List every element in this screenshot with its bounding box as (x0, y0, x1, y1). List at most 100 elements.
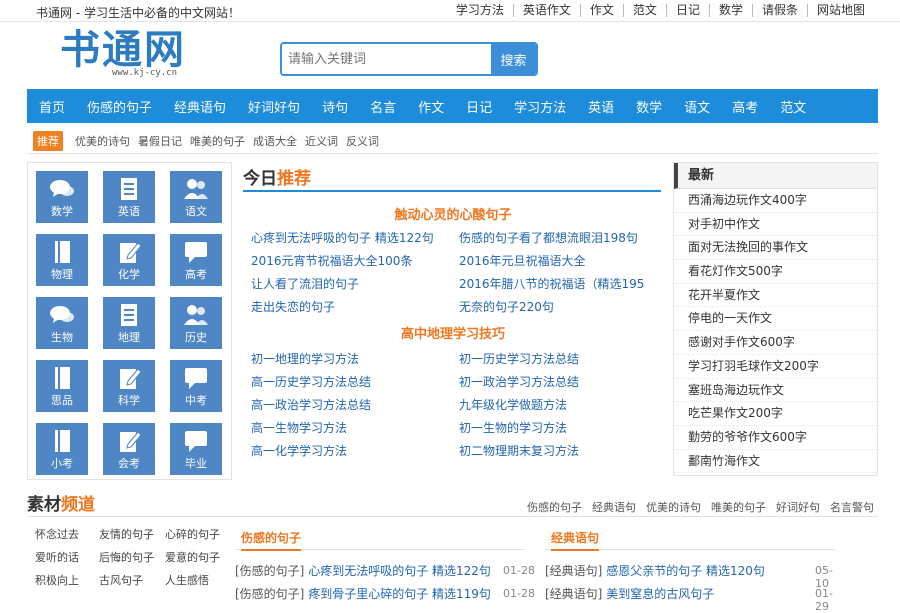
section-heading[interactable]: 触动心灵的心酸句子 (243, 204, 663, 223)
nav-item[interactable]: 高考 (732, 97, 758, 116)
category-link[interactable]: 古风句子 (99, 572, 143, 588)
top-link[interactable]: 数学 (708, 4, 752, 17)
nav-item[interactable]: 伤感的句子 (87, 97, 152, 116)
nav-item[interactable]: 语文 (684, 97, 710, 116)
article-link[interactable]: 走出失恋的句子 (251, 298, 335, 315)
subject-label: 数学 (51, 205, 73, 218)
site-logo[interactable]: 书通网 www.kj-cy.cn (60, 26, 190, 82)
article-link[interactable]: 心疼到无法呼吸的句子 精选122句 (251, 229, 434, 246)
article-link[interactable]: 初一历史学习方法总结 (459, 350, 579, 367)
category-link[interactable]: 怀念过去 (35, 526, 79, 542)
subject-tile[interactable]: 地理 (103, 297, 155, 349)
latest-item[interactable]: 吃芒果作文200字 (674, 402, 877, 426)
subject-tile[interactable]: 英语 (103, 171, 155, 223)
article-link[interactable]: 2016年腊八节的祝福语（精选195 (459, 275, 644, 292)
top-link[interactable]: 网站地图 (806, 4, 874, 17)
latest-item[interactable]: 西涌海边玩作文400字 (674, 189, 877, 213)
top-link[interactable]: 作文 (579, 4, 623, 17)
latest-item[interactable]: 对手初中作文 (674, 213, 877, 237)
latest-item[interactable]: 勤劳的爷爷作文600字 (674, 426, 877, 450)
latest-item[interactable]: 塞班岛海边玩作文 (674, 379, 877, 403)
article-link[interactable]: 初一生物的学习方法 (459, 419, 567, 436)
section-heading[interactable]: 高中地理学习技巧 (243, 323, 663, 342)
category-link[interactable]: 爱听的话 (35, 549, 79, 565)
article-link[interactable]: 初二物理期末复习方法 (459, 442, 579, 459)
latest-item[interactable]: 学习打羽毛球作文200字 (674, 355, 877, 379)
article-link[interactable]: 无奈的句子220句 (459, 298, 554, 315)
article-link[interactable]: 2016年元旦祝福语大全 (459, 252, 586, 269)
article-link[interactable]: 让人看了流泪的句子 (251, 275, 359, 292)
nav-item[interactable]: 范文 (780, 97, 806, 116)
panel-heading[interactable]: 经典语句 (545, 526, 835, 551)
top-link[interactable]: 范文 (622, 4, 666, 17)
subject-tile[interactable]: 会考 (103, 423, 155, 475)
subject-tile[interactable]: 历史 (170, 297, 222, 349)
top-link[interactable]: 学习方法 (447, 4, 513, 17)
search-button[interactable]: 搜索 (491, 44, 536, 74)
subject-tile[interactable]: 数学 (36, 171, 88, 223)
subject-tile[interactable]: 高考 (170, 234, 222, 286)
top-link[interactable]: 请假条 (751, 4, 807, 17)
subject-tile[interactable]: 中考 (170, 360, 222, 412)
category-link[interactable]: 友情的句子 (99, 526, 154, 542)
nav-item[interactable]: 名言 (370, 97, 396, 116)
article-link[interactable]: 高一历史学习方法总结 (251, 373, 371, 390)
material-tab[interactable]: 优美的诗句 (646, 499, 701, 515)
nav-item[interactable]: 数学 (636, 97, 662, 116)
article-link[interactable]: 初一政治学习方法总结 (459, 373, 579, 390)
nav-item[interactable]: 日记 (466, 97, 492, 116)
nav-item[interactable]: 作文 (418, 97, 444, 116)
recommend-link[interactable]: 成语大全 (253, 133, 297, 149)
article-link[interactable]: 伤感的句子看了都想流眼泪198句 (459, 229, 638, 246)
article-link[interactable]: 高一化学学习方法 (251, 442, 347, 459)
material-tab[interactable]: 好词好句 (776, 499, 820, 515)
recommend-link[interactable]: 唯美的句子 (190, 133, 245, 149)
latest-item[interactable]: 感谢对手作文600字 (674, 331, 877, 355)
subject-tile[interactable]: 科学 (103, 360, 155, 412)
latest-item[interactable]: 鄱南竹海作文 (674, 450, 877, 474)
category-link[interactable]: 后悔的句子 (99, 549, 154, 565)
latest-item[interactable]: 面对无法挽回的事作文 (674, 236, 877, 261)
top-link[interactable]: 日记 (665, 4, 709, 17)
top-link[interactable]: 英语作文 (512, 4, 580, 17)
recommend-link[interactable]: 优美的诗句 (75, 133, 130, 149)
subject-tile[interactable]: 思品 (36, 360, 88, 412)
subject-tile[interactable]: 化学 (103, 234, 155, 286)
recommend-link[interactable]: 反义词 (346, 133, 379, 149)
material-tab[interactable]: 名言警句 (830, 499, 874, 515)
article-link[interactable]: 高一生物学习方法 (251, 419, 347, 436)
panel-row[interactable]: [经典语句] 美到窒息的古风句子 (545, 585, 714, 602)
material-tab[interactable]: 唯美的句子 (711, 499, 766, 515)
subject-tile[interactable]: 生物 (36, 297, 88, 349)
category-link[interactable]: 积极向上 (35, 572, 79, 588)
nav-item[interactable]: 好词好句 (248, 97, 300, 116)
subject-tile[interactable]: 毕业 (170, 423, 222, 475)
material-tab[interactable]: 伤感的句子 (527, 499, 582, 515)
latest-item[interactable]: 看花灯作文500字 (674, 260, 877, 284)
category-link[interactable]: 爱意的句子 (165, 549, 220, 565)
panel-row[interactable]: [伤感的句子] 疼到骨子里心碎的句子 精选119句 (235, 585, 491, 602)
latest-item[interactable]: 停电的一天作文 (674, 307, 877, 332)
nav-item[interactable]: 首页 (39, 97, 65, 116)
panel-row[interactable]: [伤感的句子] 心疼到无法呼吸的句子 精选122句 (235, 562, 491, 579)
subject-tile[interactable]: 物理 (36, 234, 88, 286)
nav-item[interactable]: 英语 (588, 97, 614, 116)
category-link[interactable]: 人生感悟 (165, 572, 209, 588)
article-link[interactable]: 2016元宵节祝福语大全100条 (251, 252, 412, 269)
nav-item[interactable]: 诗句 (322, 97, 348, 116)
article-link[interactable]: 初一地理的学习方法 (251, 350, 359, 367)
panel-row[interactable]: [经典语句] 感恩父亲节的句子 精选120句 (545, 562, 765, 579)
nav-item[interactable]: 学习方法 (514, 97, 566, 116)
subject-tile[interactable]: 语文 (170, 171, 222, 223)
subject-tile[interactable]: 小考 (36, 423, 88, 475)
panel-heading[interactable]: 伤感的句子 (235, 526, 525, 551)
category-link[interactable]: 心碎的句子 (165, 526, 220, 542)
recommend-link[interactable]: 暑假日记 (138, 133, 182, 149)
nav-item[interactable]: 经典语句 (174, 97, 226, 116)
search-input[interactable] (282, 44, 491, 74)
latest-item[interactable]: 花开半夏作文 (674, 284, 877, 308)
article-link[interactable]: 高一政治学习方法总结 (251, 396, 371, 413)
article-link[interactable]: 九年级化学做题方法 (459, 396, 567, 413)
material-tab[interactable]: 经典语句 (592, 499, 636, 515)
recommend-link[interactable]: 近义词 (305, 133, 338, 149)
